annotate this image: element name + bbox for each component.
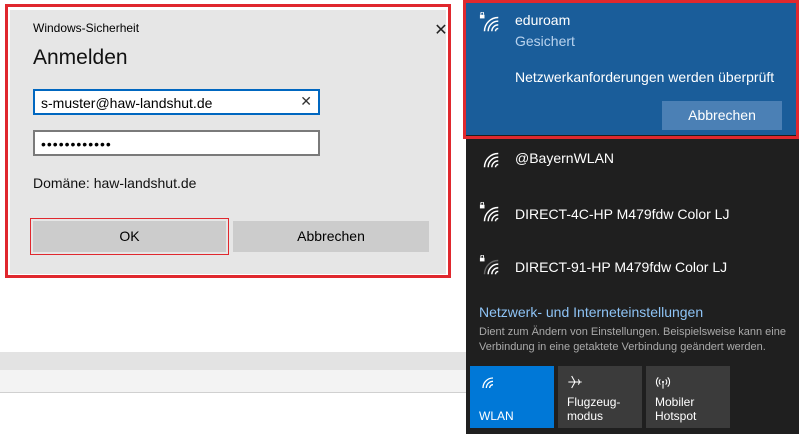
tile-wlan[interactable]: WLAN — [470, 366, 554, 428]
username-input[interactable] — [41, 94, 291, 112]
wifi-icon — [482, 377, 494, 389]
tile-airplane-mode[interactable]: Flugzeug- modus — [558, 366, 642, 428]
network-name: DIRECT-91-HP M479fdw Color LJ — [515, 259, 728, 275]
username-field[interactable]: ✕ — [33, 89, 320, 115]
airplane-icon — [568, 375, 582, 389]
network-item[interactable]: @BayernWLAN — [466, 135, 799, 189]
domain-label: Domäne: haw-landshut.de — [33, 175, 197, 191]
tile-label: Flugzeug- modus — [567, 395, 621, 423]
network-item[interactable]: DIRECT-4C-HP M479fdw Color LJ — [466, 189, 799, 243]
network-name: @BayernWLAN — [515, 150, 615, 166]
network-cancel-button[interactable]: Abbrechen — [662, 101, 782, 130]
cancel-button[interactable]: Abbrechen — [233, 221, 429, 252]
tile-mobile-hotspot[interactable]: Mobiler Hotspot — [646, 366, 730, 428]
windows-security-dialog: Windows-Sicherheit ✕ Anmelden ✕ Domäne: … — [10, 10, 448, 274]
clear-icon[interactable]: ✕ — [300, 93, 312, 110]
tile-label: WLAN — [479, 409, 514, 423]
password-field[interactable] — [33, 130, 320, 156]
background-strip — [0, 370, 466, 393]
dialog-window-title: Windows-Sicherheit — [33, 21, 140, 35]
tile-label: Mobiler Hotspot — [655, 395, 697, 423]
network-name: DIRECT-4C-HP M479fdw Color LJ — [515, 206, 730, 222]
network-settings-description: Dient zum Ändern von Einstellungen. Beis… — [479, 326, 786, 353]
network-item[interactable]: DIRECT-91-HP M479fdw Color LJ — [466, 243, 799, 297]
network-settings-link[interactable]: Netzwerk- und Interneteinstellungen — [479, 304, 703, 320]
active-network-item[interactable]: eduroam Gesichert Netzwerkanforderungen … — [466, 0, 799, 135]
secured-wifi-icon — [479, 202, 499, 222]
secured-wifi-icon — [479, 12, 499, 32]
wifi-icon — [483, 152, 499, 168]
secured-wifi-icon — [479, 255, 499, 275]
background-strip — [0, 352, 466, 370]
active-network-status: Netzwerkanforderungen werden überprüft — [515, 69, 775, 85]
network-flyout: eduroam Gesichert Netzwerkanforderungen … — [466, 0, 799, 434]
password-input[interactable] — [41, 135, 291, 153]
active-network-state: Gesichert — [515, 33, 575, 49]
ok-button[interactable]: OK — [30, 218, 229, 255]
dialog-heading: Anmelden — [33, 46, 128, 69]
hotspot-icon — [655, 376, 671, 389]
active-network-name: eduroam — [515, 12, 571, 28]
close-icon[interactable]: ✕ — [430, 20, 452, 42]
